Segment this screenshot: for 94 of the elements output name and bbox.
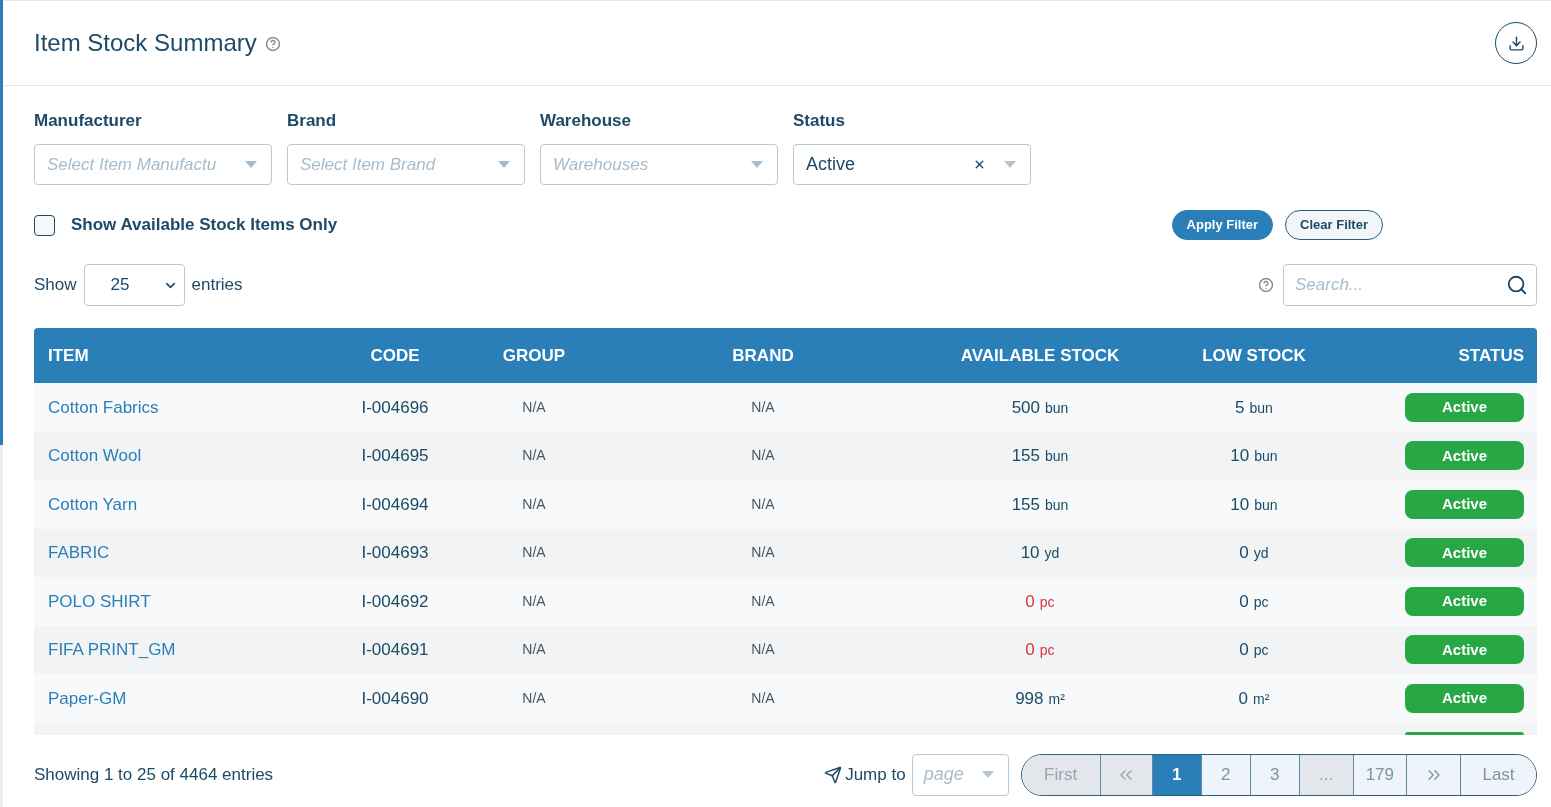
column-header: LOW STOCK bbox=[1202, 344, 1306, 367]
filter-dropdown[interactable]: Warehouses bbox=[540, 144, 778, 185]
stock-value: 0 pc bbox=[1025, 590, 1055, 613]
table-cell-text: N/A bbox=[522, 397, 546, 417]
filter-label: Status bbox=[793, 111, 846, 131]
column-header: ITEM bbox=[48, 344, 89, 367]
item-link[interactable]: FIFA PRINT_GM bbox=[48, 637, 176, 663]
status-badge: Active bbox=[1405, 441, 1524, 471]
column-header: GROUP bbox=[502, 344, 566, 367]
filter-label: Brand bbox=[287, 111, 338, 131]
search-icon[interactable] bbox=[1506, 274, 1528, 296]
table-cell-text: N/A bbox=[751, 446, 775, 466]
entries-label: entries bbox=[191, 274, 243, 297]
stock-value: 10 bun bbox=[1230, 445, 1278, 467]
column-header: AVAILABLE STOCK bbox=[960, 344, 1120, 367]
entries-info: Showing 1 to 25 of 4464 entries bbox=[34, 763, 274, 786]
stock-value: 10 yd bbox=[1020, 542, 1060, 564]
page-title: Item Stock Summary bbox=[34, 28, 257, 58]
status-badge: Active bbox=[1405, 586, 1524, 616]
status-badge: Active bbox=[1405, 392, 1524, 422]
table-cell-text: I-004690 bbox=[361, 687, 429, 710]
item-link[interactable]: Cotton Yarn bbox=[48, 491, 138, 517]
filter-label: Warehouse bbox=[540, 111, 632, 131]
table-cell-text: N/A bbox=[522, 640, 546, 660]
status-badge: Active bbox=[1405, 635, 1524, 665]
stock-value: 155 bun bbox=[1011, 445, 1069, 467]
caret-icon bbox=[245, 161, 257, 168]
paper-plane-icon bbox=[824, 765, 843, 784]
status-badge: Active bbox=[1405, 489, 1524, 519]
page-dropdown[interactable]: page bbox=[911, 753, 1009, 796]
stock-value: 155 bun bbox=[1011, 493, 1069, 516]
table-cell-text: N/A bbox=[751, 397, 775, 417]
item-link[interactable]: Cotton Fabrics bbox=[48, 394, 159, 420]
show-label: Show bbox=[34, 274, 77, 297]
table-cell-text: I-004692 bbox=[361, 590, 429, 613]
table-cell-text: I-004696 bbox=[361, 396, 429, 419]
table-cell-text: N/A bbox=[751, 543, 775, 563]
stock-value: 0 pc bbox=[1239, 639, 1269, 661]
item-link[interactable]: POLO SHIRT bbox=[48, 588, 151, 614]
stock-value: 10 bun bbox=[1230, 493, 1278, 516]
last-page-button[interactable]: Last bbox=[1460, 754, 1536, 795]
filter-label: Manufacturer bbox=[34, 111, 143, 131]
help-icon[interactable] bbox=[1259, 278, 1273, 292]
stock-value: 500 bun bbox=[1011, 396, 1069, 419]
filter-dropdown[interactable]: Select Item Manufactu bbox=[34, 144, 272, 185]
stock-value: 5 bun bbox=[1235, 396, 1273, 419]
checkbox[interactable] bbox=[34, 214, 55, 236]
table-cell-text: N/A bbox=[522, 591, 546, 611]
table-cell-text: N/A bbox=[751, 591, 775, 611]
table-cell-text: N/A bbox=[522, 543, 546, 563]
status-badge: Active bbox=[1405, 538, 1524, 568]
download-button[interactable] bbox=[1495, 22, 1537, 64]
stock-value: 998 m² bbox=[1015, 687, 1065, 710]
item-link[interactable]: Paper-GM bbox=[48, 685, 127, 711]
stock-value: 0 m² bbox=[1238, 687, 1270, 710]
clear-filter-button[interactable]: Clear Filter bbox=[1285, 210, 1383, 240]
apply-filter-button[interactable]: Apply Filter bbox=[1171, 210, 1274, 240]
table-cell-text: N/A bbox=[751, 640, 775, 660]
column-header: STATUS bbox=[1458, 344, 1524, 367]
clear-icon[interactable] bbox=[973, 158, 986, 171]
table-cell-text: N/A bbox=[522, 446, 546, 466]
caret-icon bbox=[1004, 161, 1016, 168]
table-cell-text: N/A bbox=[751, 494, 775, 514]
checkbox-label[interactable]: Show Available Stock Items Only bbox=[71, 212, 338, 238]
page-length-dropdown[interactable]: 25 bbox=[83, 264, 185, 306]
item-link[interactable]: Cotton Wool bbox=[48, 443, 142, 469]
help-icon[interactable] bbox=[265, 37, 280, 51]
next-page-button[interactable] bbox=[1406, 754, 1460, 795]
page-button[interactable]: 2 bbox=[1200, 754, 1250, 795]
caret-icon bbox=[751, 161, 763, 168]
status-badge: Active bbox=[1405, 683, 1524, 713]
table-cell-text: I-004694 bbox=[361, 493, 429, 516]
page-button[interactable]: 179 bbox=[1352, 754, 1406, 795]
jump-label: Jump to bbox=[845, 763, 906, 786]
table-cell-text: N/A bbox=[751, 688, 775, 708]
stock-value: 0 yd bbox=[1239, 542, 1269, 564]
filter-dropdown[interactable]: Active bbox=[793, 144, 1031, 185]
stock-value: 0 pc bbox=[1239, 590, 1269, 613]
download-icon bbox=[1507, 34, 1525, 52]
table-cell-text: N/A bbox=[522, 688, 546, 708]
caret-icon bbox=[498, 161, 510, 168]
page-button[interactable]: 3 bbox=[1249, 754, 1299, 795]
column-header: CODE bbox=[370, 344, 420, 367]
page-button[interactable]: 1 bbox=[1151, 754, 1201, 795]
table-cell-text: N/A bbox=[522, 494, 546, 514]
stock-value: 0 pc bbox=[1025, 639, 1055, 661]
caret-icon bbox=[981, 771, 994, 778]
filter-dropdown[interactable]: Select Item Brand bbox=[287, 144, 525, 185]
column-header: BRAND bbox=[732, 344, 794, 367]
search-field[interactable]: Search... bbox=[1283, 264, 1537, 306]
table-cell-text: I-004693 bbox=[361, 542, 429, 564]
table-cell-text: I-004695 bbox=[361, 445, 429, 467]
item-link[interactable]: FABRIC bbox=[48, 540, 110, 566]
table-cell-text: I-004691 bbox=[361, 639, 429, 661]
